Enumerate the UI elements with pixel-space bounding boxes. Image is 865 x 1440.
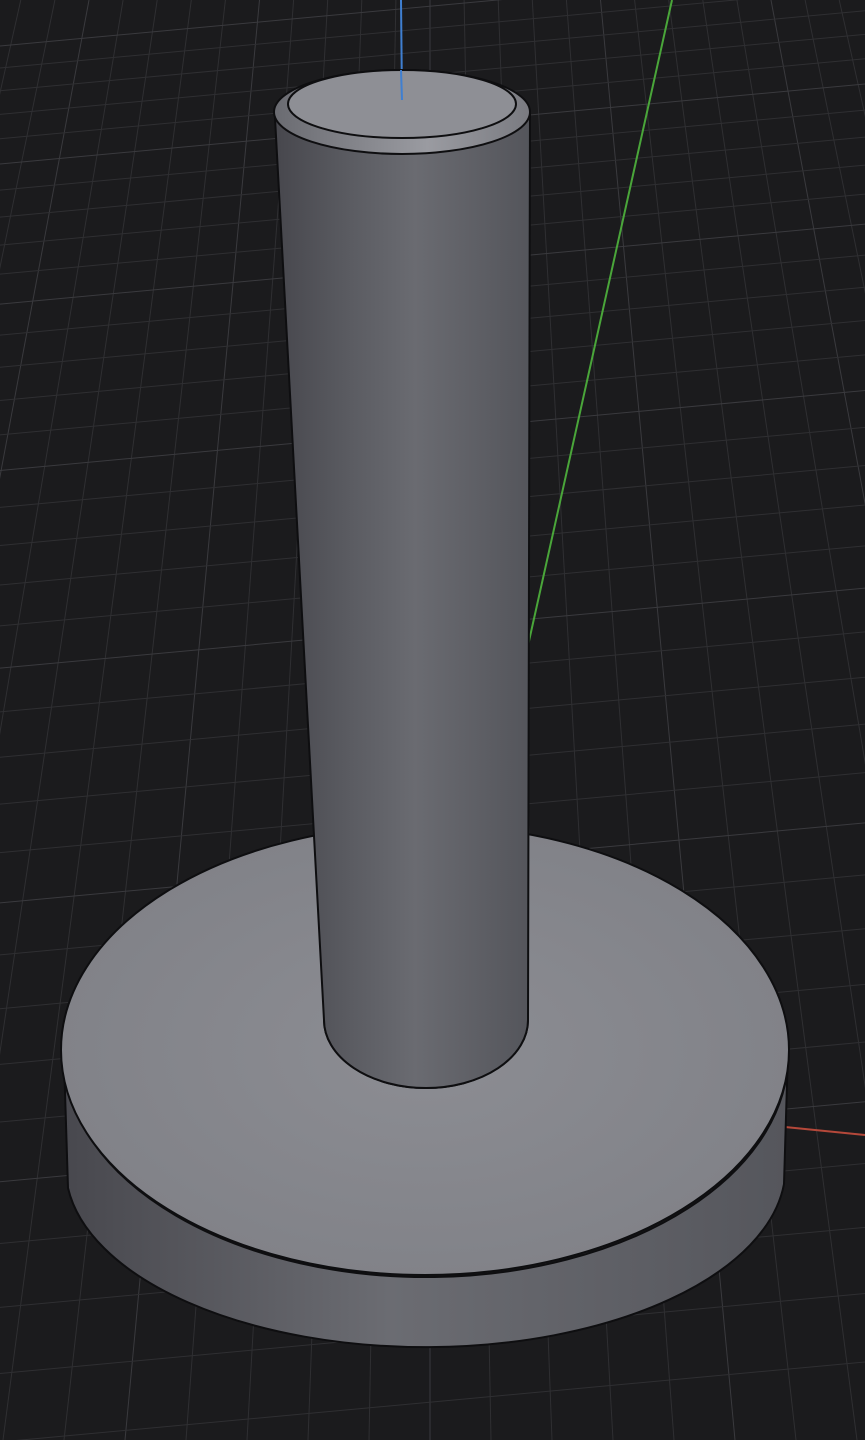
z-axis-line-over-cap [400,69,403,101]
grid-line-vertical [838,0,865,118]
viewport-scene[interactable] [0,0,865,1440]
grid-line-vertical [804,0,865,294]
grid-line-horizontal [15,1361,865,1440]
x-axis-line [784,1126,865,1136]
3d-viewport[interactable] [0,0,865,1440]
cylinder-mesh-object[interactable] [60,69,790,1349]
y-axis-line [526,0,673,651]
grid-line-vertical [770,0,865,506]
